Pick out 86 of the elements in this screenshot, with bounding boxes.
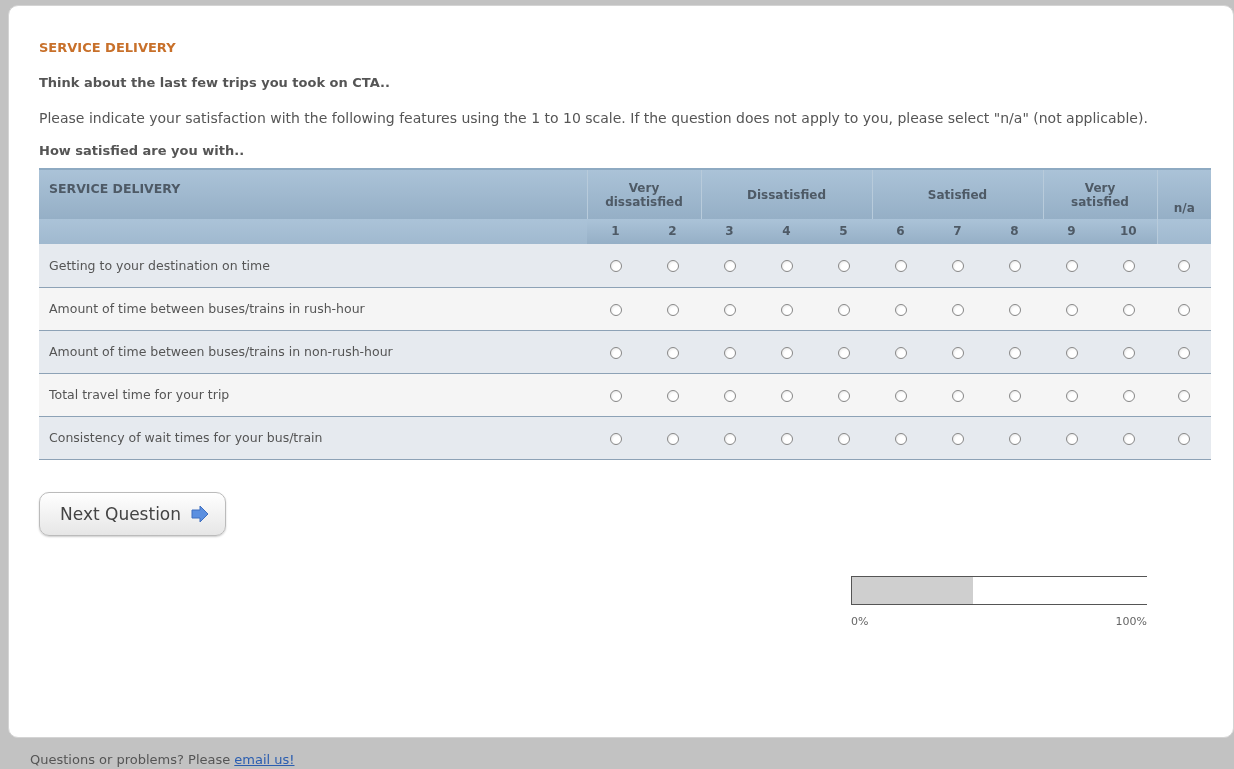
- radio-button[interactable]: [1065, 303, 1078, 316]
- next-question-button[interactable]: Next Question: [39, 491, 227, 536]
- radio-button[interactable]: [609, 260, 622, 273]
- row-label: Amount of time between buses/trains in non-rush-hour: [49, 344, 393, 359]
- radio-button[interactable]: [894, 303, 907, 316]
- radio-button[interactable]: [951, 260, 964, 273]
- radio-button[interactable]: [609, 432, 622, 445]
- scale-number: 10: [1119, 224, 1137, 238]
- radio-button[interactable]: [666, 303, 679, 316]
- radio-button[interactable]: [1178, 432, 1190, 445]
- column-group-heading: n/a: [1173, 200, 1195, 215]
- row-label: Amount of time between buses/trains in rush-hour: [49, 301, 365, 316]
- table-heading: SERVICE DELIVERY: [49, 181, 181, 196]
- instructions-text: Please indicate your satisfaction with the following features using the 1 to 10 scale. If the question does not apply to you, please select "n/a" (not applicable).: [39, 109, 1149, 128]
- radio-button[interactable]: [1122, 432, 1135, 445]
- radio-button[interactable]: [894, 389, 907, 402]
- radio-button[interactable]: [1122, 346, 1135, 359]
- radio-button[interactable]: [1122, 260, 1135, 273]
- radio-button[interactable]: [780, 389, 793, 402]
- radio-button[interactable]: [951, 346, 964, 359]
- radio-button[interactable]: [723, 260, 736, 273]
- column-group-heading: Very dissatisfied: [604, 181, 684, 209]
- scale-number: 1: [611, 224, 620, 238]
- radio-button[interactable]: [951, 303, 964, 316]
- row-label: Total travel time for your trip: [49, 387, 230, 402]
- radio-button[interactable]: [894, 260, 907, 273]
- column-group-heading: Satisfied: [927, 188, 988, 202]
- scale-number: 3: [725, 224, 734, 238]
- radio-button[interactable]: [837, 389, 850, 402]
- radio-button[interactable]: [666, 260, 679, 273]
- section-title: SERVICE DELIVERY: [39, 40, 177, 55]
- radio-button[interactable]: [780, 346, 793, 359]
- radio-button[interactable]: [1008, 432, 1021, 445]
- radio-button[interactable]: [609, 303, 622, 316]
- radio-button[interactable]: [1178, 389, 1190, 402]
- intro-text: Think about the last few trips you took on CTA..: [39, 75, 391, 90]
- radio-button[interactable]: [1008, 260, 1021, 273]
- scale-number: 8: [1010, 224, 1019, 238]
- radio-button[interactable]: [1008, 303, 1021, 316]
- radio-button[interactable]: [780, 303, 793, 316]
- radio-button[interactable]: [609, 346, 622, 359]
- column-group-heading: Very satisfied: [1070, 181, 1130, 209]
- radio-button[interactable]: [1008, 346, 1021, 359]
- scale-number: 2: [668, 224, 677, 238]
- radio-button[interactable]: [723, 389, 736, 402]
- radio-button[interactable]: [1065, 260, 1078, 273]
- footer-text: Questions or problems? Please: [30, 752, 231, 767]
- radio-button[interactable]: [666, 346, 679, 359]
- radio-button[interactable]: [1178, 303, 1190, 316]
- radio-button[interactable]: [1008, 389, 1021, 402]
- radio-button[interactable]: [1065, 346, 1078, 359]
- radio-button[interactable]: [666, 389, 679, 402]
- radio-button[interactable]: [723, 432, 736, 445]
- radio-button[interactable]: [1065, 389, 1078, 402]
- scale-number: 4: [782, 224, 791, 238]
- radio-button[interactable]: [1122, 303, 1135, 316]
- column-group-heading: Dissatisfied: [746, 188, 827, 202]
- scale-number: 7: [953, 224, 962, 238]
- email-link[interactable]: email us!: [234, 752, 295, 767]
- radio-button[interactable]: [723, 303, 736, 316]
- radio-button[interactable]: [837, 303, 850, 316]
- scale-number: 5: [839, 224, 848, 238]
- radio-button[interactable]: [666, 432, 679, 445]
- row-label: Getting to your destination on time: [49, 257, 270, 273]
- progress-max-label: 100%: [1115, 614, 1147, 628]
- radio-button[interactable]: [894, 346, 907, 359]
- radio-button[interactable]: [837, 432, 850, 445]
- radio-button[interactable]: [1178, 346, 1190, 359]
- row-label: Consistency of wait times for your bus/train: [49, 430, 323, 445]
- progress-min-label: 0%: [851, 614, 869, 628]
- radio-button[interactable]: [609, 389, 622, 402]
- radio-button[interactable]: [780, 260, 793, 273]
- radio-button[interactable]: [780, 432, 793, 445]
- scale-number: 6: [896, 224, 905, 238]
- scale-number: 9: [1067, 224, 1076, 238]
- radio-button[interactable]: [837, 346, 850, 359]
- arrow-right-icon: [191, 504, 210, 523]
- question-text: How satisfied are you with..: [39, 143, 246, 158]
- radio-button[interactable]: [1122, 389, 1135, 402]
- radio-button[interactable]: [837, 260, 850, 273]
- radio-button[interactable]: [894, 432, 907, 445]
- radio-button[interactable]: [951, 389, 964, 402]
- radio-button[interactable]: [1065, 432, 1078, 445]
- radio-button[interactable]: [951, 432, 964, 445]
- radio-button[interactable]: [723, 346, 736, 359]
- radio-button[interactable]: [1178, 260, 1190, 273]
